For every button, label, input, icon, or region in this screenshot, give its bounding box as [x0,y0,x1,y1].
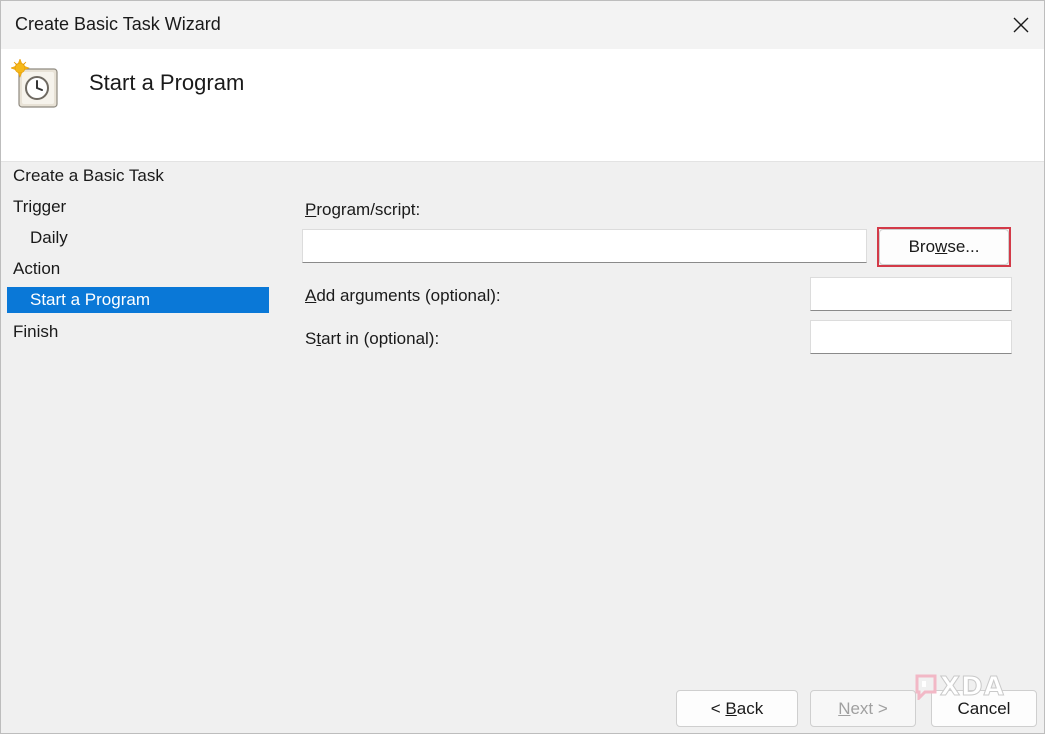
nav-step-trigger[interactable]: Trigger [7,192,269,223]
arguments-label-accelerator: A [305,286,317,305]
back-button[interactable]: < Back [676,690,798,727]
wizard-header: Start a Program [1,49,1044,162]
close-icon [1013,17,1029,33]
back-label-pre: < [710,698,726,718]
start-in-label: Start in (optional): [305,329,439,349]
browse-label-post: se... [947,237,980,256]
next-label-accelerator: N [838,698,851,718]
nav-step-daily[interactable]: Daily [7,223,269,254]
browse-button[interactable]: Bro w se... [879,229,1009,265]
xda-logo-icon [915,674,937,700]
close-button[interactable] [998,1,1044,49]
back-label-post: ack [736,698,764,718]
arguments-label: Add arguments (optional): [305,286,501,306]
arguments-label-text: dd arguments (optional): [316,286,501,305]
nav-step-finish[interactable]: Finish [7,317,269,348]
program-label-text: rogram/script: [316,200,421,219]
nav-step-action[interactable]: Action [7,254,269,285]
browse-label-pre: Bro [908,237,936,256]
program-script-input[interactable] [302,229,867,263]
next-label-post: ext > [850,698,888,718]
title-bar: Create Basic Task Wizard [1,1,1044,49]
start-in-label-pre: S [305,329,317,348]
watermark-text: XDA [940,672,1005,703]
nav-step-create-basic-task[interactable]: Create a Basic Task [7,161,269,192]
start-in-input[interactable] [810,320,1012,354]
arguments-input[interactable] [810,277,1012,311]
next-button[interactable]: Next > [810,690,916,727]
back-label-accelerator: B [725,698,737,718]
browse-label-accelerator: w [935,237,948,256]
program-label-accelerator: P [305,200,317,219]
start-in-label-text: art in (optional): [321,329,440,348]
task-scheduler-clock-icon [11,59,58,108]
xda-watermark: XDA [915,672,1005,703]
window-title: Create Basic Task Wizard [15,14,221,34]
page-title: Start a Program [89,70,245,95]
program-script-label: Program/script: [305,200,420,220]
wizard-window: Create Basic Task Wizard Start a Program… [0,0,1045,734]
nav-step-start-a-program[interactable]: Start a Program [7,287,269,313]
wizard-steps-nav: Create a Basic Task Trigger Daily Action… [7,161,269,348]
